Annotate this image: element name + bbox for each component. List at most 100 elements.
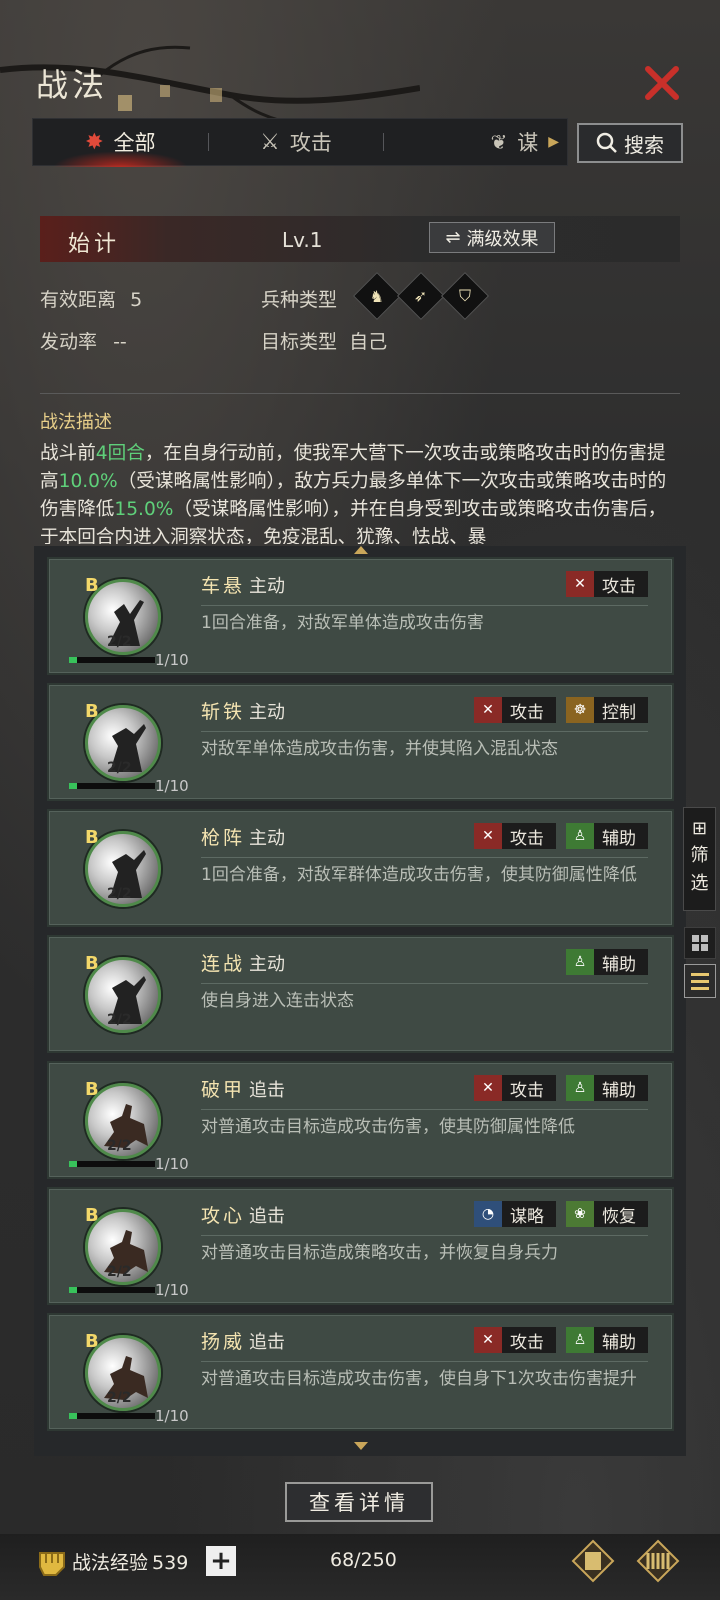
list-view-button[interactable]	[684, 964, 716, 998]
tag-attack: ✕ 攻击	[474, 1327, 556, 1353]
tab-attack[interactable]: ⚔ 攻击	[209, 119, 384, 165]
bamboo-scroll-icon[interactable]	[636, 1539, 680, 1583]
tag-assist: ♙ 辅助	[566, 949, 648, 975]
cavalry-icon: ♞	[352, 271, 402, 321]
tag-assist: ♙ 辅助	[566, 1075, 648, 1101]
assist-icon: ♙	[566, 1075, 594, 1101]
progress-bar	[69, 1287, 155, 1293]
divider	[40, 393, 680, 394]
card-title: 车悬 主动	[201, 575, 286, 597]
crossed-swords-icon: ⚔	[260, 129, 280, 155]
add-exp-button[interactable]: +	[206, 1546, 236, 1576]
skill-description: 战斗前4回合，在自身行动前，使我军大营下一次攻击或策略攻击时的伤害提高10.0%…	[40, 443, 667, 544]
tag-recover: ❀ 恢复	[566, 1201, 648, 1227]
strategy-icon: ◔	[474, 1201, 502, 1227]
skill-name: 始计	[68, 232, 121, 257]
card-title: 扬威 追击	[201, 1331, 286, 1353]
divider	[201, 983, 648, 984]
tag-strategy: ◔ 谋略	[474, 1201, 556, 1227]
assist-icon: ♙	[566, 823, 594, 849]
chevron-right-icon: ▶	[548, 134, 560, 150]
skill-level: Lv.1	[282, 228, 323, 252]
tag-list: ✕ 攻击 ♙ 辅助	[474, 1327, 648, 1353]
skill-header-bar	[40, 216, 680, 262]
attack-icon: ✕	[566, 571, 594, 597]
tag-list: ◔ 谋略 ❀ 恢复	[474, 1201, 648, 1227]
scroll-up-icon	[354, 546, 368, 554]
fist-icon	[39, 1552, 65, 1576]
attack-icon: ✕	[474, 697, 502, 723]
assist-icon: ♙	[566, 1327, 594, 1353]
trigger-rate-stat: 发动率 --	[40, 331, 127, 353]
divider	[201, 857, 648, 858]
card-title: 连战 主动	[201, 953, 286, 975]
tag-assist: ♙ 辅助	[566, 823, 648, 849]
attack-icon: ✕	[474, 1327, 502, 1353]
tag-attack: ✕ 攻击	[566, 571, 648, 597]
card-title: 破甲 追击	[201, 1079, 286, 1101]
shield-icon: ⛉	[440, 271, 490, 321]
tab-strategy[interactable]: ❦ 谋 ▶	[384, 119, 567, 165]
range-stat: 有效距离 5	[40, 289, 143, 311]
divider	[201, 605, 648, 606]
max-effect-button[interactable]: ⇌ 满级效果	[429, 222, 555, 253]
divider	[201, 1109, 648, 1110]
swap-icon: ⇌	[445, 227, 461, 248]
tab-all[interactable]: ✸ 全部	[33, 119, 208, 167]
attack-icon: ✕	[474, 1075, 502, 1101]
view-details-button[interactable]: 查看详情	[285, 1482, 433, 1522]
scroll-book-icon[interactable]	[571, 1539, 615, 1583]
tag-list: ✕ 攻击 ☸ 控制	[474, 697, 648, 723]
tag-attack: ✕ 攻击	[474, 823, 556, 849]
card-title: 攻心 追击	[201, 1205, 286, 1227]
divider	[201, 1235, 648, 1236]
tag-assist: ♙ 辅助	[566, 1327, 648, 1353]
progress-bar	[69, 1413, 155, 1419]
page-title: 战法	[36, 66, 109, 104]
tag-list: ♙ 辅助	[566, 949, 648, 975]
skill-count: 68/250	[330, 1549, 397, 1571]
skill-card[interactable]: B 2/2 1/10 破甲 追击 对普通攻击目标造成攻击伤害，使其防御属性降低 ✕…	[47, 1061, 674, 1179]
skill-card[interactable]: B 2/2 1/10 攻心 追击 对普通攻击目标造成策略攻击，并恢复自身兵力 ◔ 谋…	[47, 1187, 674, 1305]
troop-type-label: 兵种类型	[261, 289, 338, 311]
scroll-down-icon	[354, 1442, 368, 1450]
skill-card[interactable]: B 2/2 连战 主动 使自身进入连击状态 ♙ 辅助	[47, 935, 674, 1053]
progress-bar	[69, 783, 155, 789]
skill-card[interactable]: B 2/2 1/10 车悬 主动 1回合准备，对敌军单体造成攻击伤害 ✕ 攻击	[47, 557, 674, 675]
close-icon[interactable]	[643, 64, 681, 102]
filter-button[interactable]: ⊞ 筛 选	[683, 807, 716, 911]
grid-icon	[692, 935, 708, 951]
tag-attack: ✕ 攻击	[474, 1075, 556, 1101]
archer-icon: ➶	[396, 271, 446, 321]
divider	[201, 731, 648, 732]
target-type-stat: 目标类型 自己	[261, 331, 388, 353]
attack-icon: ✕	[474, 823, 502, 849]
tag-list: ✕ 攻击 ♙ 辅助	[474, 1075, 648, 1101]
skill-card[interactable]: B 2/2 1/10 扬威 追击 对普通攻击目标造成攻击伤害，使自身下1次攻击伤害…	[47, 1313, 674, 1431]
bundle-icon: ✸	[85, 129, 104, 155]
grid-view-button[interactable]	[684, 927, 716, 959]
progress-bar	[69, 657, 155, 663]
tag-list: ✕ 攻击 ♙ 辅助	[474, 823, 648, 849]
recover-icon: ❀	[566, 1201, 594, 1227]
skill-exp: 战法经验 539	[72, 1552, 189, 1574]
troop-type-icons: ♞ ➶ ⛉	[352, 271, 490, 321]
list-icon	[691, 973, 709, 990]
divider	[201, 1361, 648, 1362]
search-button[interactable]: 搜索	[577, 123, 683, 163]
skill-card[interactable]: B 2/2 1/10 斩铁 主动 对敌军单体造成攻击伤害，并使其陷入混乱状态 ✕ 攻…	[47, 683, 674, 801]
card-title: 枪阵 主动	[201, 827, 286, 849]
tag-list: ✕ 攻击	[566, 571, 648, 597]
control-icon: ☸	[566, 697, 594, 723]
progress-bar	[69, 1161, 155, 1167]
tag-control: ☸ 控制	[566, 697, 648, 723]
card-title: 斩铁 主动	[201, 701, 286, 723]
description-title: 战法描述	[40, 412, 112, 433]
search-icon	[596, 132, 617, 153]
assist-icon: ♙	[566, 949, 594, 975]
skill-card[interactable]: B 2/2 枪阵 主动 1回合准备，对敌军群体造成攻击伤害，使其防御属性降低 ✕ 攻…	[47, 809, 674, 927]
tag-attack: ✕ 攻击	[474, 697, 556, 723]
grid-icon: ⊞	[691, 818, 708, 839]
category-tabs: ✸ 全部 ⚔ 攻击 ❦ 谋 ▶	[32, 118, 568, 167]
fan-icon: ❦	[490, 130, 508, 154]
